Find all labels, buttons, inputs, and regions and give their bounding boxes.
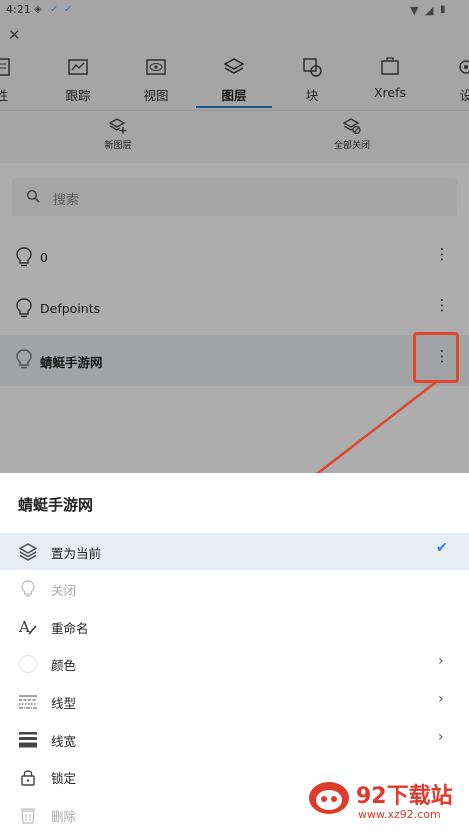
- chevron-right-icon: ›: [438, 729, 444, 745]
- layers-icon: [18, 543, 38, 561]
- check-icon: ✔: [436, 540, 448, 556]
- menu-item-close: 关闭: [0, 570, 469, 607]
- rename-icon: A: [18, 618, 37, 636]
- menu-item-label: 颜色: [51, 658, 77, 673]
- watermark-brand: 92下载站: [356, 784, 453, 809]
- menu-item-rename[interactable]: A 重命名: [0, 608, 469, 645]
- bulb-icon: [21, 580, 35, 597]
- svg-text:A: A: [18, 618, 30, 636]
- sheet-title: 蜻蜓手游网: [18, 496, 94, 514]
- chevron-right-icon: ›: [438, 653, 444, 669]
- lock-icon: [21, 770, 35, 786]
- watermark-logo-icon: [309, 782, 349, 814]
- menu-item-label: 删除: [51, 809, 77, 824]
- menu-item-label: 锁定: [51, 771, 77, 786]
- menu-item-label: 置为当前: [51, 546, 102, 561]
- menu-item-label: 线宽: [51, 734, 77, 749]
- menu-item-label: 关闭: [51, 583, 77, 598]
- color-swatch-icon: [19, 655, 37, 673]
- watermark-url: www.xz92.com: [358, 808, 441, 821]
- lineweight-icon: [19, 732, 37, 748]
- menu-item-color[interactable]: 颜色 ›: [0, 645, 469, 682]
- trash-icon: [21, 808, 35, 824]
- linetype-icon: [19, 695, 37, 709]
- chevron-right-icon: ›: [438, 691, 444, 707]
- menu-item-lineweight[interactable]: 线宽 ›: [0, 721, 469, 758]
- menu-item-linetype[interactable]: 线型 ›: [0, 683, 469, 720]
- menu-item-label: 重命名: [51, 621, 89, 636]
- menu-item-set-current[interactable]: 置为当前 ✔: [0, 533, 469, 570]
- menu-item-label: 线型: [51, 696, 77, 711]
